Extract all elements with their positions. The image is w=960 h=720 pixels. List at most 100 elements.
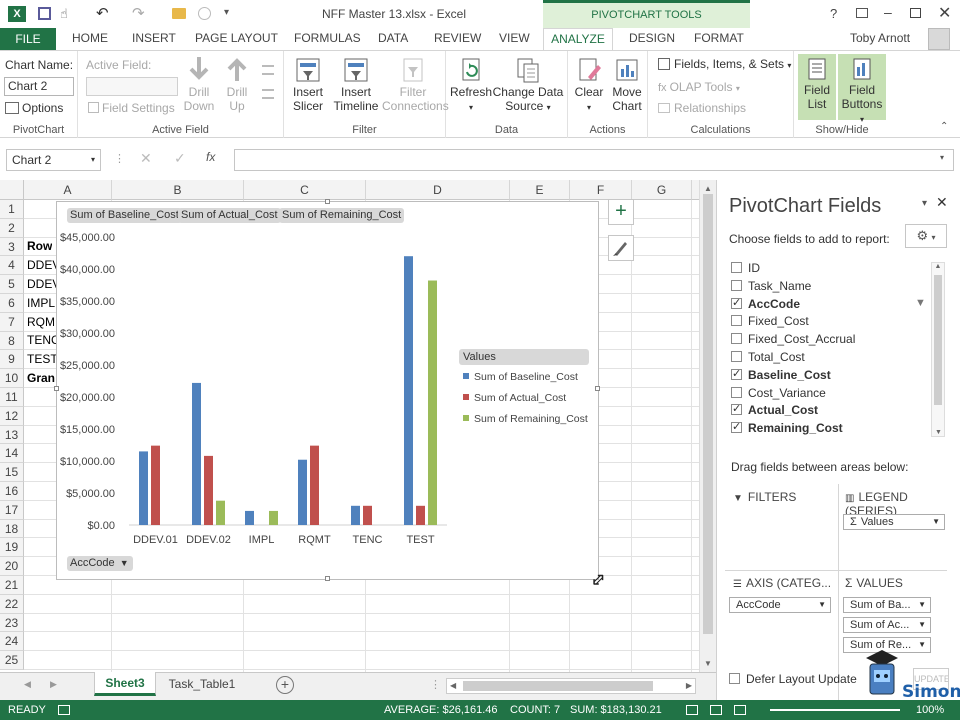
bar-tenc-actual[interactable]: [363, 505, 372, 525]
field-list-scroll-up-icon[interactable]: ▲: [932, 263, 944, 270]
scroll-down-icon[interactable]: ▼: [704, 659, 712, 668]
bar-ddev-01-actual[interactable]: [151, 445, 160, 525]
redo-icon[interactable]: ↷: [132, 4, 145, 22]
horizontal-scrollbar[interactable]: ◀ ▶: [446, 678, 696, 694]
name-box[interactable]: Chart 2 ▾: [6, 149, 101, 171]
bar-ddev-02-remaining[interactable]: [216, 500, 225, 525]
legend-values-pill[interactable]: Σ Values ▼: [843, 514, 945, 530]
tab-design[interactable]: DESIGN: [629, 31, 675, 45]
new-sheet-button[interactable]: +: [276, 676, 294, 694]
row-header[interactable]: 16: [0, 482, 24, 501]
field-item-cost-variance[interactable]: Cost_Variance: [731, 385, 826, 402]
maximize-button[interactable]: [910, 8, 921, 18]
customize-qat-icon[interactable]: ▾: [224, 7, 229, 18]
defer-layout-update[interactable]: Defer Layout Update: [729, 672, 857, 686]
field-item-actual-cost[interactable]: Actual_Cost: [731, 401, 818, 419]
field-list-scrollbar[interactable]: ▲ ▼: [931, 262, 945, 437]
tab-home[interactable]: HOME: [72, 31, 108, 45]
row-header[interactable]: 24: [0, 632, 24, 652]
cell-a6[interactable]: IMPL: [27, 296, 55, 310]
tab-view[interactable]: VIEW: [499, 31, 530, 45]
formula-input[interactable]: [234, 149, 954, 171]
field-list-scroll-down-icon[interactable]: ▼: [935, 429, 942, 436]
field-list-button[interactable]: Field List: [798, 54, 836, 120]
legend-item[interactable]: Sum of Remaining_Cost: [463, 413, 588, 425]
row-header[interactable]: 8: [0, 331, 24, 351]
chart-name-input[interactable]: Chart 2: [4, 77, 74, 96]
values-pill-actual[interactable]: Sum of Ac... ▼: [843, 617, 931, 633]
acccode-filter-icon[interactable]: ▼: [915, 297, 926, 309]
insert-function-button[interactable]: fx: [206, 150, 215, 164]
ribbon-display-icon[interactable]: [856, 8, 868, 18]
row-header[interactable]: 4: [0, 256, 24, 276]
page-break-view-icon[interactable]: [734, 705, 746, 715]
column-header-f[interactable]: F: [570, 180, 632, 200]
column-header-d[interactable]: D: [366, 180, 510, 200]
field-settings-button[interactable]: Field Settings: [88, 101, 175, 115]
change-data-source-button[interactable]: Change Data Source ▾: [490, 57, 566, 115]
field-buttons-button[interactable]: Field Buttons ▾: [838, 54, 886, 124]
tab-insert[interactable]: INSERT: [132, 31, 176, 45]
sheet-next-icon[interactable]: ▶: [50, 679, 57, 690]
circle-icon[interactable]: [198, 7, 211, 20]
excel-logo-icon[interactable]: X: [8, 6, 26, 22]
bar-test-baseline[interactable]: [404, 256, 413, 525]
field-checkbox[interactable]: [731, 366, 742, 383]
user-name[interactable]: Toby Arnott: [850, 31, 910, 45]
cell-a9[interactable]: TEST: [27, 352, 58, 366]
pane-options-dropdown-icon[interactable]: ▾: [922, 198, 927, 209]
sheet-tab-task-table1[interactable]: Task_Table1: [160, 677, 244, 691]
vertical-scrollbar[interactable]: ▲ ▼: [699, 180, 716, 672]
open-folder-icon[interactable]: [172, 8, 186, 19]
page-layout-view-icon[interactable]: [710, 705, 722, 715]
insert-slicer-button[interactable]: Insert Slicer: [286, 57, 330, 113]
row-header[interactable]: 12: [0, 406, 24, 426]
field-item-remaining-cost[interactable]: Remaining_Cost: [731, 419, 843, 437]
drill-down-button[interactable]: Drill Down: [182, 55, 216, 113]
save-icon[interactable]: [38, 7, 51, 20]
relationships-button[interactable]: Relationships: [658, 101, 746, 115]
legend-item[interactable]: Sum of Baseline_Cost: [463, 371, 578, 383]
clear-button[interactable]: Clear ▾: [570, 57, 608, 115]
row-header[interactable]: 2: [0, 218, 24, 238]
bar-impl-remaining[interactable]: [269, 510, 278, 525]
row-header[interactable]: 17: [0, 500, 24, 520]
field-checkbox[interactable]: [731, 351, 742, 362]
field-checkbox[interactable]: [731, 419, 742, 436]
axis-acccode-pill[interactable]: AccCode ▼: [729, 597, 831, 613]
row-header[interactable]: 6: [0, 294, 24, 313]
row-header[interactable]: 18: [0, 519, 24, 539]
bar-tenc-baseline[interactable]: [351, 505, 360, 525]
tab-review[interactable]: REVIEW: [434, 31, 481, 45]
row-header[interactable]: 23: [0, 613, 24, 633]
field-item-baseline-cost[interactable]: Baseline_Cost: [731, 366, 831, 384]
chart-handle-right[interactable]: [595, 386, 600, 391]
pane-tools-button[interactable]: ⚙ ▾: [905, 224, 947, 248]
minimize-button[interactable]: –: [884, 4, 892, 20]
field-item-task-name[interactable]: Task_Name: [731, 278, 811, 295]
h-scroll-left-icon[interactable]: ◀: [450, 681, 456, 690]
legend-series-area[interactable]: ▥ LEGEND (SERIES) Σ Values ▼: [839, 484, 949, 568]
bar-test-remaining[interactable]: [428, 280, 437, 525]
row-header[interactable]: 3: [0, 237, 24, 257]
legend-item[interactable]: Sum of Actual_Cost: [463, 392, 566, 404]
bar-rqmt-actual[interactable]: [310, 445, 319, 525]
column-header-a[interactable]: A: [24, 180, 112, 200]
bar-test-actual[interactable]: [416, 505, 425, 525]
bar-rqmt-baseline[interactable]: [298, 459, 307, 525]
collapse-ribbon-icon[interactable]: ⌃: [940, 121, 948, 132]
touch-mode-icon[interactable]: ☝: [60, 6, 68, 22]
undo-icon[interactable]: ↶: [96, 4, 109, 22]
field-checkbox[interactable]: [731, 279, 742, 291]
row-header[interactable]: 7: [0, 312, 24, 332]
field-item-total-cost[interactable]: Total_Cost: [731, 349, 805, 366]
insert-timeline-button[interactable]: Insert Timeline: [330, 57, 382, 113]
cell-a10[interactable]: Gran: [27, 371, 55, 385]
active-field-input[interactable]: [86, 77, 178, 96]
chart-elements-button[interactable]: +: [608, 199, 634, 225]
bar-ddev-01-baseline[interactable]: [139, 451, 148, 525]
row-header[interactable]: 9: [0, 350, 24, 370]
sheet-prev-icon[interactable]: ◀: [24, 679, 31, 690]
help-button[interactable]: ?: [830, 6, 837, 21]
field-checkbox[interactable]: [731, 262, 742, 273]
